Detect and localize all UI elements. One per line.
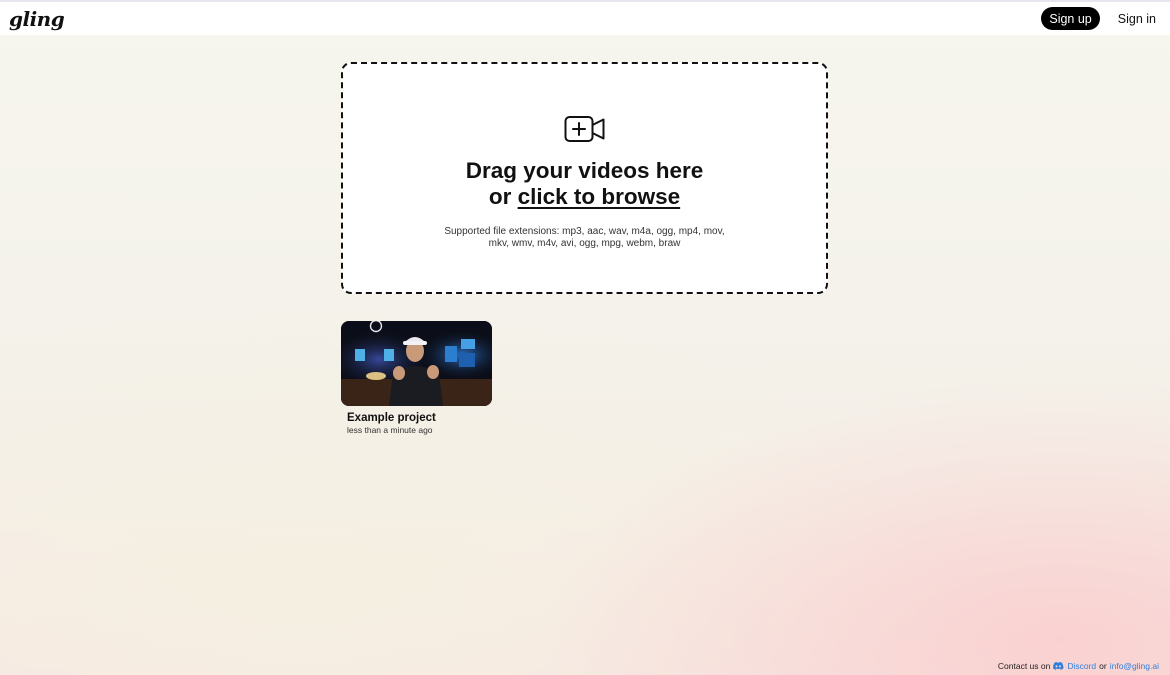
sign-up-button[interactable]: Sign up [1041,7,1100,30]
project-card[interactable]: Example project less than a minute ago [341,321,492,435]
video-upload-dropzone[interactable]: Drag your videos here or click to browse… [341,62,828,294]
top-bar: gling Sign up Sign in [0,2,1170,35]
footer-or-text: or [1099,661,1107,671]
upload-headline: Drag your videos here or click to browse [466,158,704,210]
project-timestamp: less than a minute ago [347,425,433,435]
email-link[interactable]: info@gling.ai [1110,661,1159,671]
project-thumbnail-image [341,321,492,406]
header-actions: Sign up Sign in [1041,7,1160,30]
video-add-icon [564,116,604,142]
supported-extensions-text: Supported file extensions: mp3, aac, wav… [444,226,725,249]
upload-or-text: or [488,184,518,209]
sign-in-button[interactable]: Sign in [1114,12,1160,26]
gling-logo[interactable]: gling [9,7,65,31]
footer-contact: Contact us on Discord or info@gling.ai [998,661,1159,671]
project-thumbnail[interactable] [341,321,492,406]
browse-link[interactable]: click to browse [518,184,681,209]
project-title: Example project [347,412,436,424]
upload-headline-line2: or click to browse [466,184,704,210]
upload-headline-line1: Drag your videos here [465,158,704,183]
discord-icon [1053,662,1064,670]
footer-contact-prefix: Contact us on [997,661,1051,671]
discord-link[interactable]: Discord [1067,661,1096,671]
